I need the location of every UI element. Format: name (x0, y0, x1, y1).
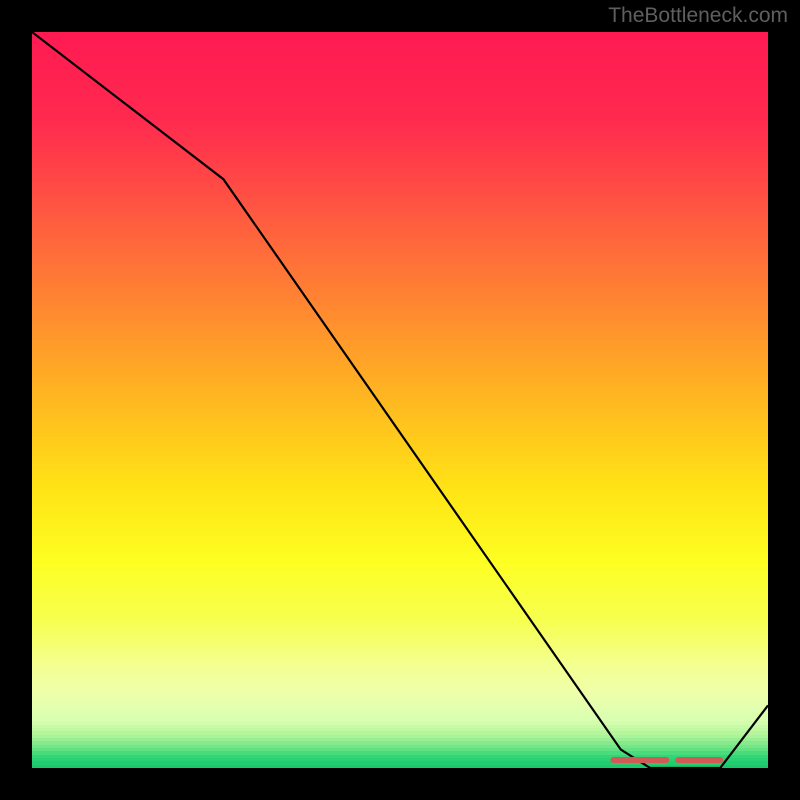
chart-frame: TheBottleneck.com (0, 0, 800, 800)
watermark-text: TheBottleneck.com (608, 4, 788, 28)
gradient-band (32, 765, 768, 768)
plot-area (32, 32, 768, 768)
